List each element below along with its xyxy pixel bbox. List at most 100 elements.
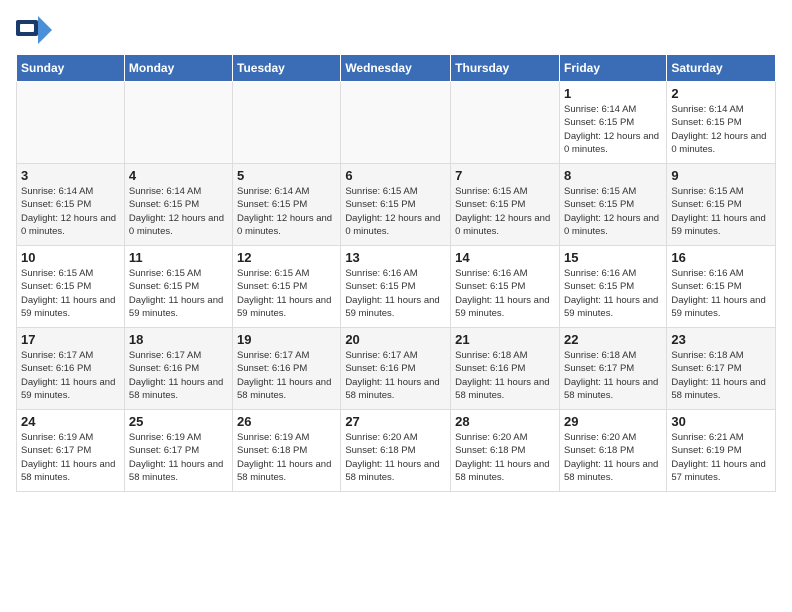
- day-detail: Sunrise: 6:14 AM Sunset: 6:15 PM Dayligh…: [671, 103, 771, 156]
- day-number: 20: [345, 332, 446, 347]
- day-detail: Sunrise: 6:16 AM Sunset: 6:15 PM Dayligh…: [455, 267, 555, 320]
- day-number: 24: [21, 414, 120, 429]
- day-number: 26: [237, 414, 336, 429]
- calendar-week-4: 17 Sunrise: 6:17 AM Sunset: 6:16 PM Dayli…: [17, 328, 776, 410]
- day-detail: Sunrise: 6:19 AM Sunset: 6:17 PM Dayligh…: [21, 431, 120, 484]
- day-detail: Sunrise: 6:18 AM Sunset: 6:17 PM Dayligh…: [671, 349, 771, 402]
- day-number: 16: [671, 250, 771, 265]
- day-detail: Sunrise: 6:15 AM Sunset: 6:15 PM Dayligh…: [564, 185, 662, 238]
- calendar-cell: [341, 82, 451, 164]
- day-detail: Sunrise: 6:15 AM Sunset: 6:15 PM Dayligh…: [129, 267, 228, 320]
- page-header: [16, 16, 776, 44]
- day-detail: Sunrise: 6:20 AM Sunset: 6:18 PM Dayligh…: [455, 431, 555, 484]
- day-number: 23: [671, 332, 771, 347]
- calendar-week-1: 1 Sunrise: 6:14 AM Sunset: 6:15 PM Daylig…: [17, 82, 776, 164]
- calendar-cell: 21 Sunrise: 6:18 AM Sunset: 6:16 PM Dayli…: [451, 328, 560, 410]
- calendar-body: 1 Sunrise: 6:14 AM Sunset: 6:15 PM Daylig…: [17, 82, 776, 492]
- day-of-week-tuesday: Tuesday: [233, 55, 341, 82]
- day-number: 18: [129, 332, 228, 347]
- day-number: 21: [455, 332, 555, 347]
- day-detail: Sunrise: 6:15 AM Sunset: 6:15 PM Dayligh…: [345, 185, 446, 238]
- day-detail: Sunrise: 6:20 AM Sunset: 6:18 PM Dayligh…: [564, 431, 662, 484]
- calendar-cell: 13 Sunrise: 6:16 AM Sunset: 6:15 PM Dayli…: [341, 246, 451, 328]
- calendar-cell: 11 Sunrise: 6:15 AM Sunset: 6:15 PM Dayli…: [124, 246, 232, 328]
- day-detail: Sunrise: 6:19 AM Sunset: 6:18 PM Dayligh…: [237, 431, 336, 484]
- day-detail: Sunrise: 6:21 AM Sunset: 6:19 PM Dayligh…: [671, 431, 771, 484]
- day-detail: Sunrise: 6:15 AM Sunset: 6:15 PM Dayligh…: [671, 185, 771, 238]
- day-detail: Sunrise: 6:15 AM Sunset: 6:15 PM Dayligh…: [455, 185, 555, 238]
- calendar-cell: 25Sunrise: 6:19 AM Sunset: 6:17 PM Dayli…: [124, 410, 232, 492]
- day-number: 22: [564, 332, 662, 347]
- day-detail: Sunrise: 6:15 AM Sunset: 6:15 PM Dayligh…: [237, 267, 336, 320]
- day-number: 3: [21, 168, 120, 183]
- calendar-cell: [233, 82, 341, 164]
- logo: [16, 16, 56, 44]
- day-number: 19: [237, 332, 336, 347]
- calendar-cell: 15 Sunrise: 6:16 AM Sunset: 6:15 PM Dayli…: [559, 246, 666, 328]
- calendar-cell: 27Sunrise: 6:20 AM Sunset: 6:18 PM Dayli…: [341, 410, 451, 492]
- day-number: 4: [129, 168, 228, 183]
- day-number: 11: [129, 250, 228, 265]
- day-number: 13: [345, 250, 446, 265]
- calendar-cell: 30 Sunrise: 6:21 AM Sunset: 6:19 PM Dayli…: [667, 410, 776, 492]
- calendar-cell: 24 Sunrise: 6:19 AM Sunset: 6:17 PM Dayli…: [17, 410, 125, 492]
- day-number: 14: [455, 250, 555, 265]
- day-number: 7: [455, 168, 555, 183]
- day-detail: Sunrise: 6:18 AM Sunset: 6:16 PM Dayligh…: [455, 349, 555, 402]
- day-detail: Sunrise: 6:18 AM Sunset: 6:17 PM Dayligh…: [564, 349, 662, 402]
- day-of-week-monday: Monday: [124, 55, 232, 82]
- calendar-cell: 2 Sunrise: 6:14 AM Sunset: 6:15 PM Daylig…: [667, 82, 776, 164]
- day-number: 8: [564, 168, 662, 183]
- calendar-cell: 1Sunrise: 6:14 AM Sunset: 6:15 PM Daylig…: [559, 82, 666, 164]
- day-detail: Sunrise: 6:15 AM Sunset: 6:15 PM Dayligh…: [21, 267, 120, 320]
- day-number: 17: [21, 332, 120, 347]
- calendar-cell: 26 Sunrise: 6:19 AM Sunset: 6:18 PM Dayli…: [233, 410, 341, 492]
- day-number: 25: [129, 414, 228, 429]
- day-number: 1: [564, 86, 662, 101]
- day-of-week-friday: Friday: [559, 55, 666, 82]
- calendar-cell: 28 Sunrise: 6:20 AM Sunset: 6:18 PM Dayli…: [451, 410, 560, 492]
- calendar-cell: 16 Sunrise: 6:16 AM Sunset: 6:15 PM Dayli…: [667, 246, 776, 328]
- day-number: 15: [564, 250, 662, 265]
- calendar-cell: 18 Sunrise: 6:17 AM Sunset: 6:16 PM Dayli…: [124, 328, 232, 410]
- day-number: 29: [564, 414, 662, 429]
- day-detail: Sunrise: 6:16 AM Sunset: 6:15 PM Dayligh…: [671, 267, 771, 320]
- day-number: 5: [237, 168, 336, 183]
- calendar-table: SundayMondayTuesdayWednesdayThursdayFrid…: [16, 54, 776, 492]
- calendar-cell: [451, 82, 560, 164]
- calendar-cell: 3 Sunrise: 6:14 AM Sunset: 6:15 PM Daylig…: [17, 164, 125, 246]
- day-of-week-wednesday: Wednesday: [341, 55, 451, 82]
- day-number: 12: [237, 250, 336, 265]
- calendar-cell: 10 Sunrise: 6:15 AM Sunset: 6:15 PM Dayli…: [17, 246, 125, 328]
- calendar-cell: 12 Sunrise: 6:15 AM Sunset: 6:15 PM Dayli…: [233, 246, 341, 328]
- calendar-cell: 23 Sunrise: 6:18 AM Sunset: 6:17 PM Dayli…: [667, 328, 776, 410]
- calendar-cell: 22 Sunrise: 6:18 AM Sunset: 6:17 PM Dayli…: [559, 328, 666, 410]
- calendar-cell: 20Sunrise: 6:17 AM Sunset: 6:16 PM Dayli…: [341, 328, 451, 410]
- calendar-cell: 14 Sunrise: 6:16 AM Sunset: 6:15 PM Dayli…: [451, 246, 560, 328]
- day-detail: Sunrise: 6:16 AM Sunset: 6:15 PM Dayligh…: [564, 267, 662, 320]
- day-number: 28: [455, 414, 555, 429]
- day-detail: Sunrise: 6:14 AM Sunset: 6:15 PM Dayligh…: [237, 185, 336, 238]
- day-of-week-thursday: Thursday: [451, 55, 560, 82]
- calendar-cell: 17 Sunrise: 6:17 AM Sunset: 6:16 PM Dayli…: [17, 328, 125, 410]
- calendar-cell: 4 Sunrise: 6:14 AM Sunset: 6:15 PM Daylig…: [124, 164, 232, 246]
- day-number: 2: [671, 86, 771, 101]
- calendar-cell: 9 Sunrise: 6:15 AM Sunset: 6:15 PM Daylig…: [667, 164, 776, 246]
- day-detail: Sunrise: 6:14 AM Sunset: 6:15 PM Dayligh…: [129, 185, 228, 238]
- day-detail: Sunrise: 6:16 AM Sunset: 6:15 PM Dayligh…: [345, 267, 446, 320]
- day-detail: Sunrise: 6:17 AM Sunset: 6:16 PM Dayligh…: [129, 349, 228, 402]
- day-number: 9: [671, 168, 771, 183]
- calendar-cell: 8 Sunrise: 6:15 AM Sunset: 6:15 PM Daylig…: [559, 164, 666, 246]
- day-detail: Sunrise: 6:14 AM Sunset: 6:15 PM Dayligh…: [21, 185, 120, 238]
- day-number: 27: [345, 414, 446, 429]
- calendar-week-2: 3 Sunrise: 6:14 AM Sunset: 6:15 PM Daylig…: [17, 164, 776, 246]
- day-number: 30: [671, 414, 771, 429]
- day-detail: Sunrise: 6:17 AM Sunset: 6:16 PM Dayligh…: [21, 349, 120, 402]
- calendar-cell: 29 Sunrise: 6:20 AM Sunset: 6:18 PM Dayli…: [559, 410, 666, 492]
- calendar-cell: 7 Sunrise: 6:15 AM Sunset: 6:15 PM Daylig…: [451, 164, 560, 246]
- logo-icon: [16, 16, 52, 44]
- day-number: 6: [345, 168, 446, 183]
- calendar-cell: [124, 82, 232, 164]
- day-number: 10: [21, 250, 120, 265]
- day-of-week-saturday: Saturday: [667, 55, 776, 82]
